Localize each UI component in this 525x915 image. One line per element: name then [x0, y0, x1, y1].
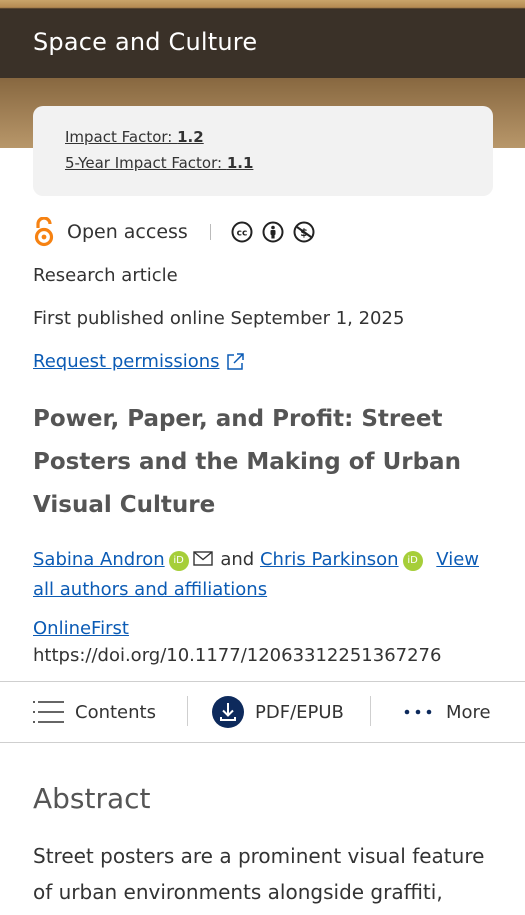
toolbar-divider — [370, 696, 371, 726]
contents-button[interactable]: Contents — [33, 682, 156, 742]
view-all-authors-label-end: all authors and affiliations — [33, 579, 268, 600]
author-link[interactable]: Chris Parkinson — [260, 549, 399, 570]
nc-icon[interactable]: $ — [293, 221, 315, 243]
author-link[interactable]: Sabina Andron — [33, 549, 165, 570]
publication-date: First published online September 1, 2025 — [33, 308, 405, 329]
contents-label: Contents — [75, 701, 156, 723]
list-icon — [33, 701, 64, 723]
abstract-text: Street posters are a prominent visual fe… — [33, 844, 485, 904]
doi-text[interactable]: https://doi.org/10.1177/1206331225136727… — [33, 645, 441, 666]
request-permissions-link[interactable]: Request permissions — [33, 351, 245, 372]
five-year-impact-label: 5-Year Impact Factor: — [65, 154, 227, 172]
divider — [209, 224, 211, 240]
view-all-authors-label-start: View — [436, 549, 480, 570]
more-label: More — [446, 701, 491, 723]
open-access-label: Open access — [67, 221, 188, 243]
by-icon[interactable] — [262, 221, 284, 243]
open-access-row: Open access cc $ — [33, 217, 324, 247]
download-icon — [212, 696, 244, 728]
five-year-impact-value: 1.1 — [226, 154, 254, 172]
five-year-impact-factor-link[interactable]: 5-Year Impact Factor: 1.1 — [65, 154, 253, 172]
article-title: Power, Paper, and Profit: Street Posters… — [33, 406, 461, 518]
orcid-icon[interactable]: iD — [402, 551, 423, 571]
abstract-heading: Abstract — [33, 782, 151, 815]
toolbar-divider — [187, 696, 188, 726]
author-list: Sabina Andron iD and Chris Parkinson iD Vi… — [33, 545, 493, 605]
journal-title[interactable]: Space and Culture — [33, 28, 257, 56]
open-access-lock-icon — [34, 217, 54, 247]
onlinefirst-link[interactable]: OnlineFirst — [33, 618, 129, 639]
impact-factor-value: 1.2 — [177, 128, 204, 146]
orcid-icon[interactable]: iD — [168, 551, 189, 571]
cc-icon[interactable]: cc — [231, 221, 253, 243]
more-button[interactable]: More — [404, 682, 491, 742]
impact-factor-card: Impact Factor: 1.2 5-Year Impact Factor:… — [33, 106, 493, 196]
article-type: Research article — [33, 265, 178, 286]
svg-text:cc: cc — [236, 229, 247, 239]
impact-factor-label: Impact Factor: — [65, 128, 178, 146]
request-permissions-label: Request permissions — [33, 351, 220, 372]
impact-factor-link[interactable]: Impact Factor: 1.2 — [65, 128, 204, 146]
external-link-icon — [226, 352, 244, 370]
more-dots-icon — [404, 709, 432, 715]
author-connector: and — [220, 549, 255, 570]
email-icon[interactable] — [192, 551, 213, 566]
pdf-epub-button[interactable]: PDF/EPUB — [212, 682, 344, 742]
pdf-epub-label: PDF/EPUB — [255, 701, 344, 723]
article-toolbar: Contents PDF/EPUB More — [0, 681, 525, 743]
